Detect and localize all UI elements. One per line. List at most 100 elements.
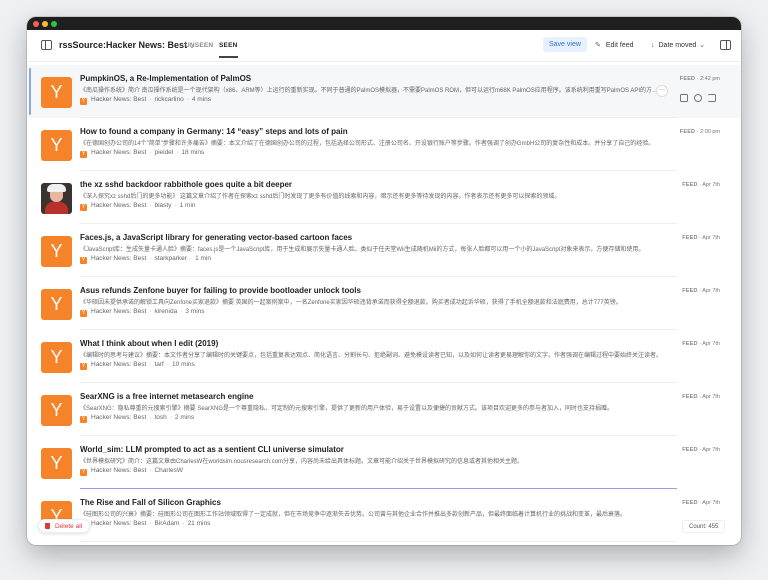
article-summary: 《编辑时的思考与建议》摘要：本文作者分享了编辑时的关键要点，包括重复表达观点、简… xyxy=(80,353,663,359)
save-view-button[interactable]: Save view xyxy=(543,37,587,52)
feed-label: FEED xyxy=(682,235,698,241)
delete-all-button[interactable]: Delete all xyxy=(38,519,91,533)
separator: · xyxy=(182,520,185,527)
author: starkparker xyxy=(154,255,187,262)
zoom-window-button[interactable] xyxy=(51,21,57,27)
read-time: 3 mins xyxy=(185,308,205,315)
sort-dropdown[interactable]: ↓ Date moved ⌄ xyxy=(651,41,705,49)
archive-icon[interactable] xyxy=(680,94,688,102)
article-thumbnail: Y xyxy=(41,448,72,479)
author: BirAdam xyxy=(154,520,180,527)
article-thumbnail: Y xyxy=(41,395,72,426)
separator: · xyxy=(149,414,152,421)
separator: · xyxy=(166,361,170,368)
hacker-news-icon: Y xyxy=(80,151,87,158)
author: rickcarlino xyxy=(154,96,184,103)
trash-icon xyxy=(45,523,50,529)
source-name: Hacker News: Best xyxy=(91,202,147,209)
tab-unseen[interactable]: UNSEEN xyxy=(185,42,213,49)
tab-seen[interactable]: SEEN xyxy=(219,42,238,58)
list-item[interactable]: the xz sshd backdoor rabbithole goes qui… xyxy=(27,171,741,224)
feed-label: FEED xyxy=(682,288,698,294)
list-item[interactable]: Y SearXNG is a free internet metasearch … xyxy=(27,383,741,436)
separator: · xyxy=(189,255,193,262)
separator: · xyxy=(149,361,152,368)
sidebar-toggle-icon[interactable] xyxy=(41,40,52,50)
thumbnail-hair xyxy=(47,184,66,192)
feed-title-dropdown[interactable]: rssSource:Hacker News: Best ⌄ xyxy=(59,40,195,50)
article-title[interactable]: What I think about when I edit (2019) xyxy=(80,339,640,348)
separator: · xyxy=(180,308,183,315)
hacker-news-icon: Y xyxy=(80,469,87,476)
more-options-icon[interactable]: ··· xyxy=(656,85,668,97)
app-window: rssSource:Hacker News: Best ⌄ UNSEEN SEEN… xyxy=(27,17,741,545)
article-meta: Y Hacker News: Best · tarf · 10 mins xyxy=(80,361,195,370)
list-item[interactable]: Y What I think about when I edit (2019) … xyxy=(27,330,741,383)
author: CharlesW xyxy=(154,467,183,474)
right-panel-toggle-icon[interactable] xyxy=(720,40,731,50)
article-summary: 《世界模拟研究》简介：这篇文章由CharlesW在worldsim.nousre… xyxy=(80,459,524,465)
article-title[interactable]: SearXNG is a free internet metasearch en… xyxy=(80,392,640,401)
list-item[interactable]: Y Asus refunds Zenfone buyer for failing… xyxy=(27,277,741,330)
source-name: Hacker News: Best xyxy=(91,361,147,368)
chevron-down-icon: ⌄ xyxy=(699,42,706,49)
separator: · xyxy=(149,149,152,156)
article-title[interactable]: World_sim: LLM prompted to act as a sent… xyxy=(80,445,640,454)
article-meta: Y Hacker News: Best · CharlesW xyxy=(80,467,183,476)
separator: · xyxy=(174,202,177,209)
read-time: 21 mins xyxy=(187,520,211,527)
read-time: 2 mins xyxy=(174,414,195,421)
article-time: FEED · 2:00 pm xyxy=(679,129,720,135)
article-title[interactable]: the xz sshd backdoor rabbithole goes qui… xyxy=(80,180,640,189)
minimize-window-button[interactable] xyxy=(42,21,48,27)
article-thumbnail: Y xyxy=(41,342,72,373)
list-item[interactable]: Y How to found a company in Germany: 14 … xyxy=(27,118,741,171)
hacker-news-icon: Y xyxy=(80,416,87,423)
feed-label: FEED xyxy=(682,500,698,506)
author: tarf xyxy=(154,361,164,368)
article-summary: 《JavaScript库：生成矢量卡通人脸》摘要：faces.js是一个Java… xyxy=(80,247,645,253)
read-time: 1 min xyxy=(195,255,212,262)
time: Apr 7th xyxy=(702,288,720,294)
open-external-icon[interactable] xyxy=(708,94,716,102)
article-meta: Y Hacker News: Best · kirenida · 3 mins xyxy=(80,308,205,317)
article-title[interactable]: How to found a company in Germany: 14 “e… xyxy=(80,127,640,136)
article-meta: Y Hacker News: Best · pieidel · 18 mins xyxy=(80,149,204,158)
read-time: 1 min xyxy=(179,202,196,209)
article-summary: 《硅图形公司的兴衰》摘要：硅图形公司在图形工作站领域取得了一定成就，但在市场竞争… xyxy=(80,512,627,518)
time: Apr 7th xyxy=(702,447,720,453)
read-time: 18 mins xyxy=(181,149,205,156)
time: Apr 7th xyxy=(702,500,720,506)
feed-title: rssSource:Hacker News: Best xyxy=(59,40,188,50)
article-title[interactable]: PumpkinOS, a Re-Implementation of PalmOS xyxy=(80,74,640,83)
article-title[interactable]: Faces.js, a JavaScript library for gener… xyxy=(80,233,640,242)
hacker-news-icon: Y xyxy=(80,98,87,105)
feed-label: FEED xyxy=(682,341,698,347)
close-window-button[interactable] xyxy=(33,21,39,27)
clock-icon[interactable] xyxy=(694,94,702,102)
list-item[interactable]: Y The Rise and Fall of Silicon Graphics … xyxy=(27,489,741,542)
separator: · xyxy=(149,96,152,103)
article-thumbnail: Y xyxy=(41,130,72,161)
source-name: Hacker News: Best xyxy=(91,149,147,156)
separator: · xyxy=(149,308,152,315)
read-time: 10 mins xyxy=(172,361,195,368)
list-item[interactable]: Y World_sim: LLM prompted to act as a se… xyxy=(27,436,741,489)
edit-feed-button[interactable]: ✎ Edit feed xyxy=(595,41,634,49)
separator: · xyxy=(149,255,152,262)
article-thumbnail: Y xyxy=(41,77,72,108)
article-summary: 《华硕因未提供承诺的解锁工具向Zenfone买家退款》摘要 英国的一起案例案中，… xyxy=(80,300,622,306)
author: blasty xyxy=(154,202,172,209)
title-bar xyxy=(27,17,741,30)
article-title[interactable]: Asus refunds Zenfone buyer for failing t… xyxy=(80,286,640,295)
article-time: FEED · Apr 7th xyxy=(682,447,720,453)
article-time: FEED · Apr 7th xyxy=(682,235,720,241)
feed-label: FEED xyxy=(679,129,696,135)
list-item[interactable]: Y PumpkinOS, a Re-Implementation of Palm… xyxy=(27,65,741,118)
arrow-down-icon: ↓ xyxy=(651,42,655,49)
list-item[interactable]: Y Faces.js, a JavaScript library for gen… xyxy=(27,224,741,277)
source-name: Hacker News: Best xyxy=(91,255,147,262)
item-actions: ··· xyxy=(654,75,716,107)
separator: · xyxy=(169,414,172,421)
article-title[interactable]: The Rise and Fall of Silicon Graphics xyxy=(80,498,640,507)
